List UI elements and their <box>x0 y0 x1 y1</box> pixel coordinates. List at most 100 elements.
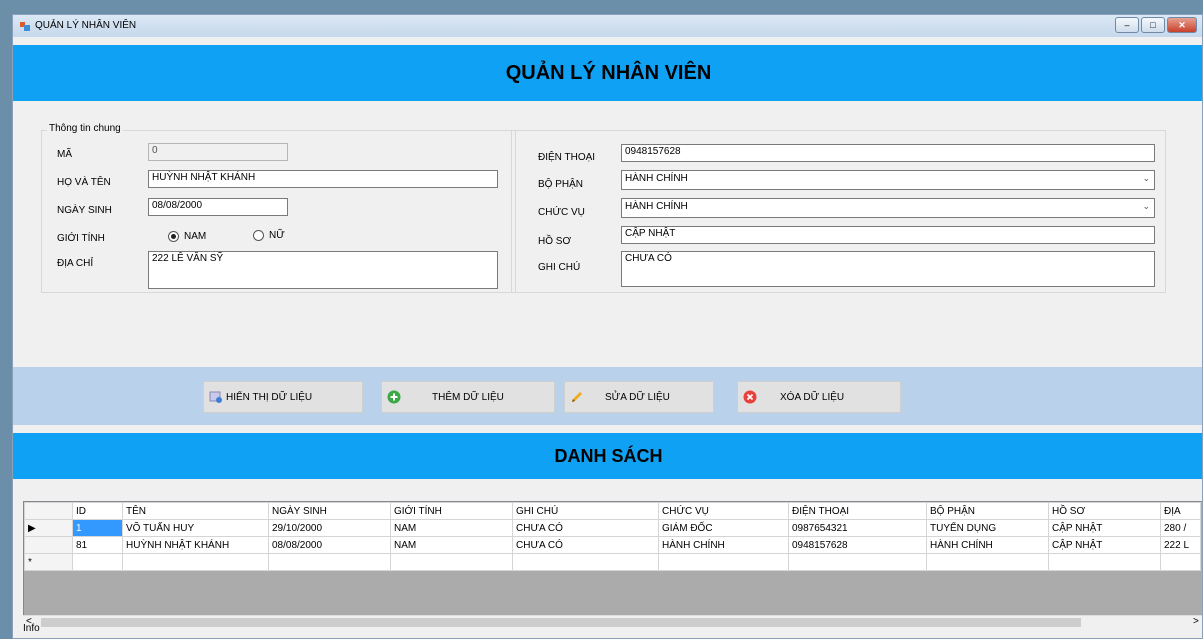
table-cell[interactable] <box>122 553 269 571</box>
scroll-right-arrow[interactable]: > <box>1193 616 1199 627</box>
table-cell[interactable] <box>788 553 927 571</box>
column-header[interactable]: BỘ PHẬN <box>926 502 1049 520</box>
column-header[interactable]: CHỨC VỤ <box>658 502 789 520</box>
table-cell[interactable] <box>72 553 123 571</box>
add-data-button[interactable]: THÊM DỮ LIỆU <box>381 381 555 413</box>
gender-male-label[interactable]: NAM <box>184 231 206 242</box>
table-row[interactable]: ▶ 1 VÕ TUẤN HUY 29/10/2000 NAM CHƯA CÓ GIÁM ĐỐ… <box>24 519 1201 537</box>
id-field[interactable]: 0 <box>148 143 288 161</box>
table-cell[interactable]: CẬP NHẬT <box>1048 519 1161 537</box>
address-field[interactable]: 222 LÊ VĂN SỸ <box>148 251 498 289</box>
column-header[interactable]: TÊN <box>122 502 269 520</box>
maximize-button[interactable]: □ <box>1141 17 1165 33</box>
edit-data-button[interactable]: SỬA DỮ LIỆU <box>564 381 714 413</box>
pencil-icon <box>572 392 582 402</box>
table-cell[interactable] <box>390 553 513 571</box>
table-cell[interactable]: CHƯA CÓ <box>512 536 659 554</box>
table-cell[interactable] <box>512 553 659 571</box>
table-cell[interactable]: 08/08/2000 <box>268 536 391 554</box>
profile-field[interactable]: CẬP NHẬT <box>621 226 1155 244</box>
table-cell[interactable]: CẬP NHẬT <box>1048 536 1161 554</box>
table-cell[interactable] <box>1160 553 1201 571</box>
column-header[interactable]: GIỚI TÍNH <box>390 502 513 520</box>
row-header[interactable] <box>24 536 73 554</box>
table-cell[interactable] <box>268 553 391 571</box>
row-header-corner <box>24 502 73 520</box>
department-label: BỘ PHẬN <box>538 179 584 190</box>
table-cell[interactable]: NAM <box>390 519 513 537</box>
table-cell[interactable]: 81 <box>72 536 123 554</box>
note-field[interactable]: CHƯA CÓ <box>621 251 1155 287</box>
table-cell[interactable]: HÀNH CHÍNH <box>926 536 1049 554</box>
department-value: HÀNH CHÍNH <box>625 173 688 184</box>
department-select[interactable]: HÀNH CHÍNH ⌄ <box>621 170 1155 190</box>
table-cell[interactable] <box>1048 553 1161 571</box>
column-header[interactable]: ĐIỆN THOẠI <box>788 502 927 520</box>
horizontal-scrollbar[interactable]: < > <box>23 615 1202 629</box>
employee-table: ID TÊN NGÀY SINH GIỚI TÍNH GHI CHÚ CHỨC VỤ ĐIỆ… <box>24 502 1201 571</box>
gender-female-radio[interactable] <box>253 230 264 241</box>
table-cell[interactable]: HUỲNH NHẬT KHÁNH <box>122 536 269 554</box>
column-header[interactable]: NGÀY SINH <box>268 502 391 520</box>
table-row[interactable]: 81 HUỲNH NHẬT KHÁNH 08/08/2000 NAM CHƯA CÓ HÀ… <box>24 536 1201 554</box>
birthdate-label: NGÀY SINH <box>57 205 112 216</box>
column-header[interactable]: ĐỊA <box>1160 502 1201 520</box>
plus-icon <box>387 390 401 404</box>
list-title: DANH SÁCH <box>13 433 1202 479</box>
table-cell[interactable]: TUYỂN DỤNG <box>926 519 1049 537</box>
gender-female-label[interactable]: NỮ <box>269 230 285 241</box>
row-header[interactable]: ▶ <box>24 519 73 537</box>
table-cell[interactable]: 0948157628 <box>788 536 927 554</box>
edit-data-label: SỬA DỮ LIỆU <box>605 392 670 403</box>
table-cell[interactable]: 1 <box>72 519 123 537</box>
title-bar[interactable]: QUẢN LÝ NHÂN VIÊN – □ ✕ <box>13 15 1202 37</box>
employee-grid[interactable]: ID TÊN NGÀY SINH GIỚI TÍNH GHI CHÚ CHỨC VỤ ĐIỆ… <box>23 501 1202 617</box>
table-cell[interactable]: HÀNH CHÍNH <box>658 536 789 554</box>
address-label: ĐỊA CHỈ <box>57 258 94 269</box>
table-cell[interactable]: NAM <box>390 536 513 554</box>
table-cell[interactable] <box>658 553 789 571</box>
new-row-header[interactable]: * <box>24 553 73 571</box>
scroll-thumb[interactable] <box>41 618 1081 627</box>
main-window: QUẢN LÝ NHÂN VIÊN – □ ✕ QUẢN LÝ NHÂN VIÊ… <box>12 14 1203 639</box>
delete-data-button[interactable]: XÓA DỮ LIỆU <box>737 381 901 413</box>
table-cell[interactable]: CHƯA CÓ <box>512 519 659 537</box>
table-cell[interactable]: 29/10/2000 <box>268 519 391 537</box>
note-label: GHI CHÚ <box>538 262 581 273</box>
close-button[interactable]: ✕ <box>1167 17 1197 33</box>
table-cell[interactable]: 0987654321 <box>788 519 927 537</box>
id-label: MÃ <box>57 149 72 160</box>
chevron-down-icon: ⌄ <box>1142 201 1150 211</box>
profile-label: HỒ SƠ <box>538 236 572 247</box>
minimize-button[interactable]: – <box>1115 17 1139 33</box>
full-name-field[interactable]: HUỲNH NHẬT KHÁNH <box>148 170 498 188</box>
table-cell[interactable]: VÕ TUẤN HUY <box>122 519 269 537</box>
column-header[interactable]: HỒ SƠ <box>1048 502 1161 520</box>
refresh-icon <box>209 391 222 403</box>
new-row[interactable]: * <box>24 553 1201 571</box>
gender-label: GIỚI TÍNH <box>57 233 105 244</box>
phone-field[interactable]: 0948157628 <box>621 144 1155 162</box>
show-data-button[interactable]: HIỂN THỊ DỮ LIỆU <box>203 381 363 413</box>
chevron-down-icon: ⌄ <box>1142 173 1150 183</box>
position-label: CHỨC VỤ <box>538 207 585 218</box>
table-cell[interactable] <box>926 553 1049 571</box>
full-name-label: HỌ VÀ TÊN <box>57 177 111 188</box>
table-cell[interactable]: 222 L <box>1160 536 1201 554</box>
delete-data-label: XÓA DỮ LIỆU <box>780 392 845 403</box>
column-header[interactable]: GHI CHÚ <box>512 502 659 520</box>
page-title: QUẢN LÝ NHÂN VIÊN <box>13 45 1202 101</box>
phone-label: ĐIỆN THOẠI <box>538 152 596 163</box>
status-text: Info <box>23 623 40 634</box>
table-header-row: ID TÊN NGÀY SINH GIỚI TÍNH GHI CHÚ CHỨC VỤ ĐIỆ… <box>24 502 1201 520</box>
table-cell[interactable]: 280 / <box>1160 519 1201 537</box>
birthdate-field[interactable]: 08/08/2000 <box>148 198 288 216</box>
add-data-label: THÊM DỮ LIỆU <box>432 392 504 403</box>
position-select[interactable]: HÀNH CHÍNH ⌄ <box>621 198 1155 218</box>
table-cell[interactable]: GIÁM ĐỐC <box>658 519 789 537</box>
column-header[interactable]: ID <box>72 502 123 520</box>
gender-male-radio[interactable] <box>168 231 179 242</box>
show-data-label: HIỂN THỊ DỮ LIỆU <box>226 392 313 403</box>
delete-icon <box>743 390 757 404</box>
general-info-legend: Thông tin chung <box>47 123 123 134</box>
